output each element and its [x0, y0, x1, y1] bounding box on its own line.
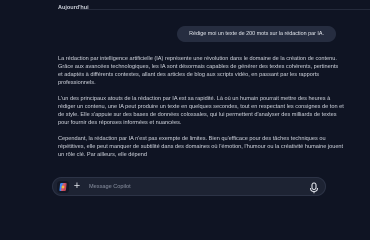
assistant-response: La rédaction par intelligence artificiel…: [58, 55, 344, 167]
response-paragraph-1: La rédaction par intelligence artificiel…: [58, 56, 339, 86]
message-composer: +: [52, 177, 326, 196]
chat-window: Aujourd'hui Rédige moi un texte de 200 m…: [0, 0, 370, 206]
copilot-logo-icon[interactable]: [57, 181, 69, 193]
response-paragraph-3: Cependant, la rédaction par IA n'est pas…: [58, 136, 344, 158]
plus-icon[interactable]: +: [71, 180, 83, 193]
date-separator-label: Aujourd'hui: [58, 5, 367, 11]
user-message-bubble: Rédige moi un texte de 200 mots sur la r…: [177, 26, 336, 42]
message-input[interactable]: [89, 181, 289, 193]
microphone-icon[interactable]: [309, 181, 319, 194]
response-paragraph-2: L'un des principaux atouts de la rédacti…: [58, 96, 344, 126]
